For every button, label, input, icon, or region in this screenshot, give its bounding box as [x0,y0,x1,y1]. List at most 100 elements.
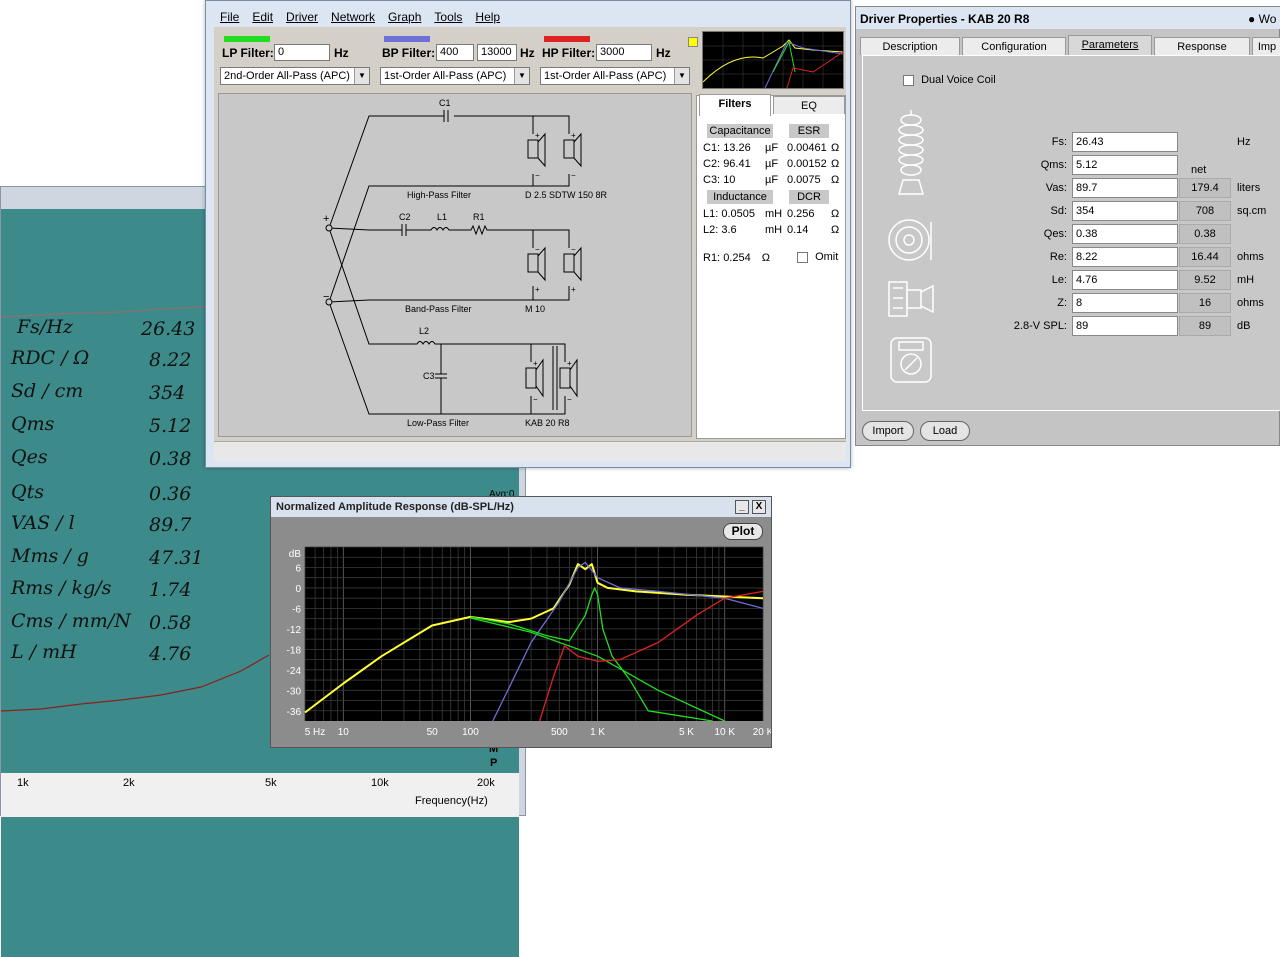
r1-name: R1: [703,252,721,264]
handwritten-param-label: Qms [11,413,55,435]
lp-frequency-input[interactable]: 0 [274,44,330,61]
y-tick-label: -6 [292,604,301,615]
param-net-value: 9.52 [1179,270,1231,290]
plot-button[interactable]: Plot [723,523,763,540]
bp-type-select[interactable]: 1st-Order All-Pass (APC) ▼ [380,67,530,85]
driver-icons [888,110,934,383]
svg-text:−: − [535,171,540,180]
hp-section-label: High-Pass Filter [407,190,471,200]
capacitance-header: Capacitance [707,124,773,138]
ind-value[interactable]: 3.6 [721,224,736,236]
menu-graph[interactable]: Graph [388,10,421,24]
svg-text:+: + [533,359,538,368]
hp-driver-label: D 2.5 SDTW 150 8R [525,190,608,200]
omit-checkbox-row[interactable]: Omit [797,251,838,263]
param-value-input[interactable]: 89 [1072,316,1178,336]
handwritten-param-value: 5.12 [149,415,192,437]
menu-bar: File Edit Driver Network Graph Tools Hel… [214,7,698,27]
chevron-down-icon: ▼ [354,68,369,84]
c1-label: C1 [439,98,451,108]
svg-text:−: − [533,395,538,404]
menu-help[interactable]: Help [475,10,500,24]
cap-esr[interactable]: 0.00461 [787,142,827,154]
ind-dcr[interactable]: 0.256 [787,208,815,220]
cap-value[interactable]: 96.41 [723,158,751,170]
dcr-unit: Ω [831,224,840,236]
param-net-value: 708 [1179,201,1231,221]
handwritten-param-value: 89.7 [149,514,192,536]
tab-configuration[interactable]: Configuration [962,37,1066,55]
net-header: net [1191,164,1207,176]
import-button[interactable]: Import [862,421,914,441]
param-label: Qes: [1043,228,1067,240]
param-value-input[interactable]: 5.12 [1072,155,1178,175]
bp-color-swatch [384,36,430,42]
menu-file[interactable]: File [220,10,239,24]
param-value-input[interactable]: 354 [1072,201,1178,221]
handwritten-param-label: Sd / cm [11,380,84,402]
close-button[interactable]: X [752,500,766,514]
tab-eq[interactable]: EQ [773,96,845,114]
y-tick-label: -30 [287,686,302,697]
omit-checkbox[interactable] [797,251,808,263]
minimize-button[interactable]: _ [735,500,749,514]
x-tick: 20k [477,777,495,789]
driver-properties-window: Driver Properties - KAB 20 R8 ● Wo Descr… [855,6,1280,446]
param-value-input[interactable]: 26.43 [1072,132,1178,152]
handwritten-param-label: VAS / l [11,512,75,534]
hp-type-value: 1st-Order All-Pass (APC) [544,70,667,82]
param-unit: ohms [1237,251,1264,263]
y-tick-label: 0 [295,584,301,595]
menu-network[interactable]: Network [331,10,375,24]
y-tick-label: -18 [287,645,302,656]
x-tick-label: 10 [338,727,350,738]
cap-value[interactable]: 10 [723,174,735,186]
ind-dcr[interactable]: 0.14 [787,224,808,236]
filters-panel: Filters EQ Capacitance ESR C1: 13.26 µF 0.… [696,94,846,439]
tab-imp[interactable]: Imp [1252,37,1280,55]
menu-driver[interactable]: Driver [286,10,318,24]
x-tick-label: 5 K [679,727,694,738]
lp-type-select[interactable]: 2nd-Order All-Pass (APC) ▼ [220,67,370,85]
dual-voice-coil-checkbox[interactable] [903,74,914,86]
tab-filters[interactable]: Filters [699,94,771,116]
dual-voice-coil-row[interactable]: Dual Voice Coil [903,74,996,86]
param-value-input[interactable]: 0.38 [1072,224,1178,244]
cap-esr[interactable]: 0.00152 [787,158,827,170]
mini-response-graph[interactable] [702,31,844,89]
menu-tools[interactable]: Tools [434,10,462,24]
param-value-input[interactable]: 4.76 [1072,270,1178,290]
handwritten-param-label: Qes [11,446,48,468]
param-value-input[interactable]: 89.7 [1072,178,1178,198]
handwritten-param-value: 8.22 [149,349,192,371]
ind-value[interactable]: 0.0505 [721,208,755,220]
hp-frequency-input[interactable]: 3000 [596,44,652,61]
bp-high-input[interactable]: 13000 [477,44,517,61]
r1-value[interactable]: 0.254 [723,252,751,264]
param-value-input[interactable]: 8 [1072,293,1178,313]
hp-type-select[interactable]: 1st-Order All-Pass (APC) ▼ [540,67,690,85]
tab-description[interactable]: Description [860,37,960,55]
param-value-input[interactable]: 8.22 [1072,247,1178,267]
tab-parameters[interactable]: Parameters [1068,35,1152,55]
menu-edit[interactable]: Edit [252,10,273,24]
handwritten-param-value: 354 [149,382,186,404]
cap-esr[interactable]: 0.0075 [787,174,821,186]
tab-response[interactable]: Response [1154,37,1250,55]
bp-low-input[interactable]: 400 [436,44,474,61]
lp-color-swatch [224,36,270,42]
yellow-color-swatch[interactable] [688,37,698,47]
hp-filter-label: HP Filter: [542,46,596,60]
load-button[interactable]: Load [920,421,970,441]
cap-value[interactable]: 13.26 [723,142,751,154]
svg-text:+: + [535,131,540,140]
param-net-value: 89 [1179,316,1231,336]
handwritten-param-label: RDC / Ω [11,347,90,369]
dcr-header: DCR [789,190,829,204]
radio-option[interactable]: ● Wo [1248,12,1276,26]
handwritten-param-value: 47.31 [149,547,204,569]
capacitor-row: C2: 96.41 µF 0.00152 Ω [703,158,843,170]
ind-unit: mH [765,208,783,220]
x-tick: 2k [123,777,135,789]
crossover-schematic: C1 C2 L1 R1 L2 C3 + − High-Pass Filter D… [218,93,692,437]
